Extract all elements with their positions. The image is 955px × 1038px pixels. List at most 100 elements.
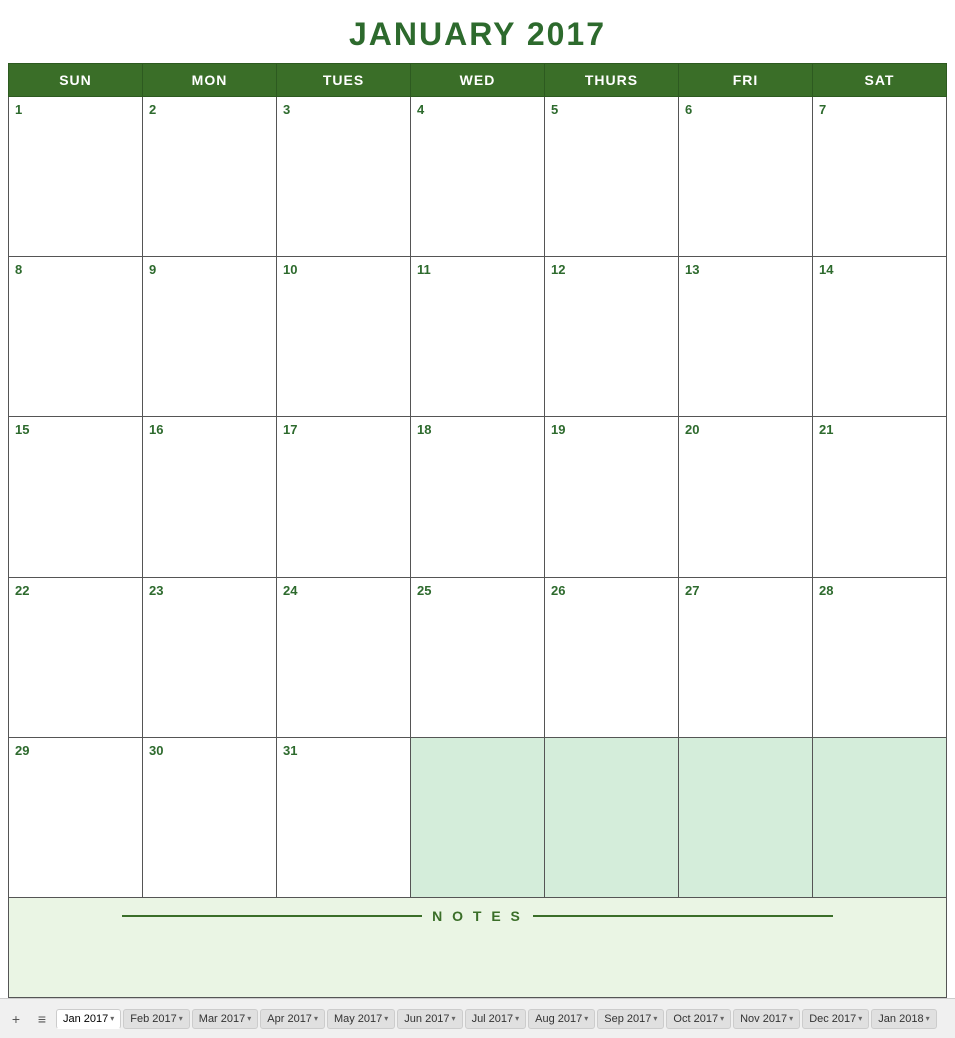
day-cell-16[interactable]: 16 bbox=[143, 417, 277, 577]
month-tab-feb-2017[interactable]: Feb 2017▾ bbox=[123, 1009, 190, 1029]
chevron-down-icon: ▾ bbox=[926, 1014, 930, 1023]
chevron-down-icon: ▾ bbox=[653, 1014, 657, 1023]
day-cell-25[interactable]: 25 bbox=[411, 577, 545, 737]
calendar-body: 1234567891011121314151617181920212223242… bbox=[9, 97, 947, 898]
day-cell-22[interactable]: 22 bbox=[9, 577, 143, 737]
chevron-down-icon: ▾ bbox=[314, 1014, 318, 1023]
header-day-thurs: THURS bbox=[545, 64, 679, 97]
month-tab-oct-2017[interactable]: Oct 2017▾ bbox=[666, 1009, 731, 1029]
calendar-container: JANUARY 2017 SUNMONTUESWEDTHURSFRISAT 12… bbox=[0, 0, 955, 998]
day-number: 8 bbox=[15, 262, 22, 277]
day-number: 10 bbox=[283, 262, 297, 277]
day-cell-27[interactable]: 27 bbox=[679, 577, 813, 737]
day-number: 29 bbox=[15, 743, 29, 758]
day-cell-10[interactable]: 10 bbox=[277, 257, 411, 417]
day-cell-1[interactable]: 1 bbox=[9, 97, 143, 257]
month-tab-jan-2018[interactable]: Jan 2018▾ bbox=[871, 1009, 936, 1029]
month-tab-dec-2017[interactable]: Dec 2017▾ bbox=[802, 1009, 869, 1029]
day-cell-17[interactable]: 17 bbox=[277, 417, 411, 577]
chevron-down-icon: ▾ bbox=[584, 1014, 588, 1023]
month-tab-label: Nov 2017 bbox=[740, 1013, 787, 1025]
chevron-down-icon: ▾ bbox=[515, 1014, 519, 1023]
month-tab-label: Jan 2017 bbox=[63, 1013, 108, 1025]
month-tab-jul-2017[interactable]: Jul 2017▾ bbox=[465, 1009, 527, 1029]
day-number: 19 bbox=[551, 422, 565, 437]
notes-section: N O T E S bbox=[8, 898, 947, 998]
header-day-tues: TUES bbox=[277, 64, 411, 97]
header-day-sun: SUN bbox=[9, 64, 143, 97]
day-cell-6[interactable]: 6 bbox=[679, 97, 813, 257]
day-cell-5[interactable]: 5 bbox=[545, 97, 679, 257]
day-cell-29[interactable]: 29 bbox=[9, 737, 143, 897]
month-tab-label: Jun 2017 bbox=[404, 1013, 449, 1025]
month-tab-label: Oct 2017 bbox=[673, 1013, 718, 1025]
notes-label: N O T E S bbox=[432, 908, 523, 924]
day-number: 16 bbox=[149, 422, 163, 437]
day-cell-14[interactable]: 14 bbox=[813, 257, 947, 417]
day-cell-3[interactable]: 3 bbox=[277, 97, 411, 257]
month-tab-label: May 2017 bbox=[334, 1013, 382, 1025]
day-number: 17 bbox=[283, 422, 297, 437]
day-cell-15[interactable]: 15 bbox=[9, 417, 143, 577]
day-number: 31 bbox=[283, 743, 297, 758]
week-row-4: 222324 25 26 27 28 bbox=[9, 577, 947, 737]
month-tab-jan-2017[interactable]: Jan 2017▾ bbox=[56, 1009, 121, 1029]
month-tab-aug-2017[interactable]: Aug 2017▾ bbox=[528, 1009, 595, 1029]
day-cell-empty-6[interactable] bbox=[813, 737, 947, 897]
month-tab-jun-2017[interactable]: Jun 2017▾ bbox=[397, 1009, 462, 1029]
calendar-table: SUNMONTUESWEDTHURSFRISAT 123456789101112… bbox=[8, 63, 947, 898]
sheets-menu-button[interactable]: ≡ bbox=[30, 1007, 54, 1031]
day-cell-21[interactable]: 21 bbox=[813, 417, 947, 577]
day-cell-23[interactable]: 23 bbox=[143, 577, 277, 737]
day-number: 14 bbox=[819, 262, 833, 277]
bottom-tabs-bar: + ≡ Jan 2017▾Feb 2017▾Mar 2017▾Apr 2017▾… bbox=[0, 998, 955, 1038]
day-cell-empty-3[interactable] bbox=[411, 737, 545, 897]
notes-line-right bbox=[533, 915, 833, 917]
header-day-fri: FRI bbox=[679, 64, 813, 97]
chevron-down-icon: ▾ bbox=[179, 1014, 183, 1023]
month-tab-label: Jul 2017 bbox=[472, 1013, 514, 1025]
day-cell-24[interactable]: 24 bbox=[277, 577, 411, 737]
day-number: 13 bbox=[685, 262, 699, 277]
day-cell-2[interactable]: 2 bbox=[143, 97, 277, 257]
day-cell-8[interactable]: 8 bbox=[9, 257, 143, 417]
day-cell-19[interactable]: 19 bbox=[545, 417, 679, 577]
notes-header: N O T E S bbox=[29, 908, 926, 924]
day-number: 11 bbox=[417, 262, 431, 277]
day-cell-empty-5[interactable] bbox=[679, 737, 813, 897]
day-cell-4[interactable]: 4 bbox=[411, 97, 545, 257]
day-number: 21 bbox=[819, 422, 833, 437]
day-number: 5 bbox=[551, 102, 558, 117]
day-cell-20[interactable]: 20 bbox=[679, 417, 813, 577]
day-cell-18[interactable]: 18 bbox=[411, 417, 545, 577]
month-tab-apr-2017[interactable]: Apr 2017▾ bbox=[260, 1009, 325, 1029]
day-number: 6 bbox=[685, 102, 692, 117]
week-row-3: 15 16 17 18 19 20 21 bbox=[9, 417, 947, 577]
day-cell-12[interactable]: 12 bbox=[545, 257, 679, 417]
day-cell-7[interactable]: 7 bbox=[813, 97, 947, 257]
day-number: 15 bbox=[15, 422, 29, 437]
chevron-down-icon: ▾ bbox=[720, 1014, 724, 1023]
month-tab-nov-2017[interactable]: Nov 2017▾ bbox=[733, 1009, 800, 1029]
month-tab-label: Dec 2017 bbox=[809, 1013, 856, 1025]
day-number: 3 bbox=[283, 102, 290, 117]
day-cell-30[interactable]: 30 bbox=[143, 737, 277, 897]
chevron-down-icon: ▾ bbox=[110, 1014, 114, 1023]
day-cell-empty-4[interactable] bbox=[545, 737, 679, 897]
day-cell-9[interactable]: 9 bbox=[143, 257, 277, 417]
month-tab-label: Jan 2018 bbox=[878, 1013, 923, 1025]
day-cell-13[interactable]: 13 bbox=[679, 257, 813, 417]
day-number: 27 bbox=[685, 583, 699, 598]
month-tab-sep-2017[interactable]: Sep 2017▾ bbox=[597, 1009, 664, 1029]
month-tab-may-2017[interactable]: May 2017▾ bbox=[327, 1009, 395, 1029]
day-cell-31[interactable]: 31 bbox=[277, 737, 411, 897]
day-cell-11[interactable]: 11 bbox=[411, 257, 545, 417]
notes-line-left bbox=[122, 915, 422, 917]
day-cell-26[interactable]: 26 bbox=[545, 577, 679, 737]
day-cell-28[interactable]: 28 bbox=[813, 577, 947, 737]
add-sheet-button[interactable]: + bbox=[4, 1007, 28, 1031]
calendar-title: JANUARY 2017 bbox=[8, 8, 947, 63]
day-number: 25 bbox=[417, 583, 431, 598]
month-tab-label: Mar 2017 bbox=[199, 1013, 245, 1025]
month-tab-mar-2017[interactable]: Mar 2017▾ bbox=[192, 1009, 259, 1029]
